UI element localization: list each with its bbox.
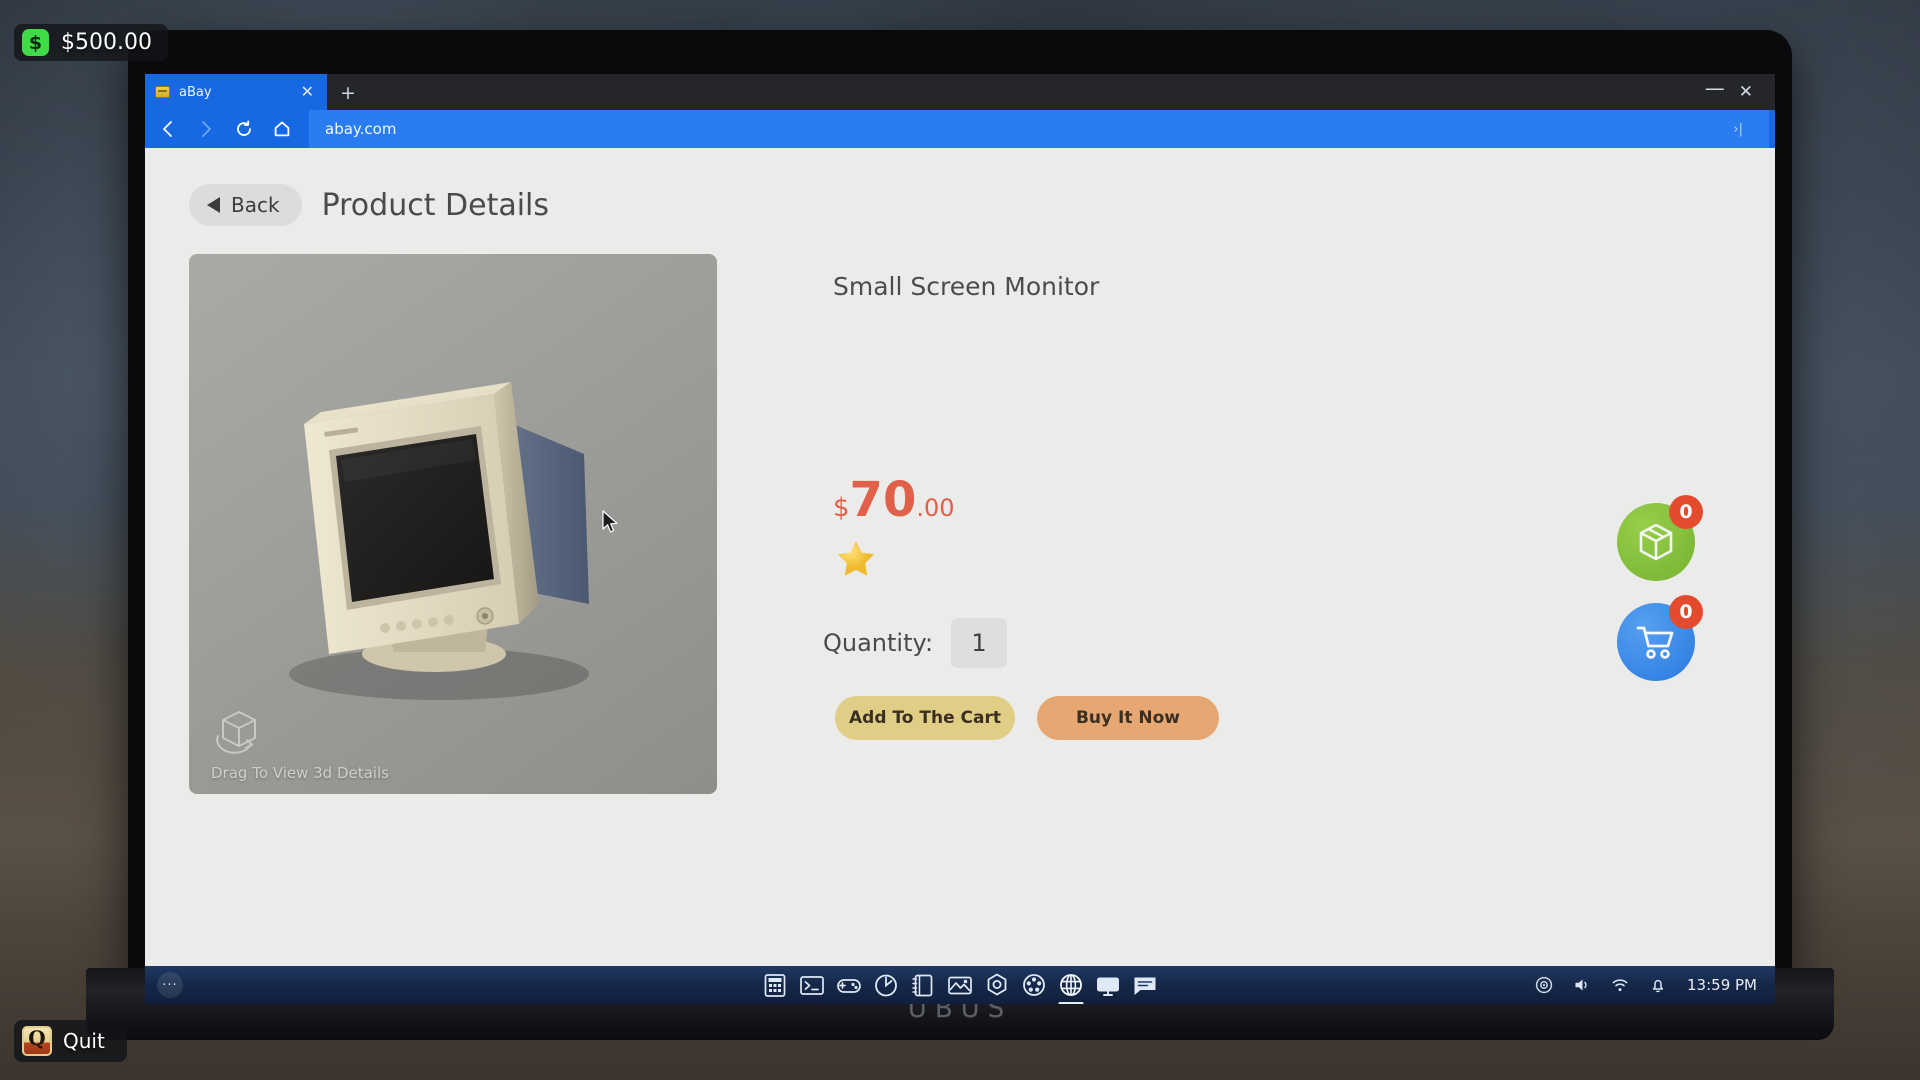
price-currency: $ xyxy=(833,493,850,523)
browser-window: aBay ✕ + — ✕ abay.com ›| Back Product De… xyxy=(145,74,1775,1004)
product-area: Drag To View 3d Details Small Screen Mon… xyxy=(145,226,1775,794)
product-name: Small Screen Monitor xyxy=(833,272,1100,301)
disc-icon[interactable] xyxy=(1535,976,1553,994)
url-text: abay.com xyxy=(325,120,397,138)
reload-icon[interactable] xyxy=(227,112,261,146)
volume-icon[interactable] xyxy=(1573,976,1591,994)
rotate-cube-icon xyxy=(216,711,256,754)
taskbar-clock: 13:59 PM xyxy=(1687,976,1757,994)
star-icon xyxy=(837,541,875,576)
browser-tab-abay[interactable]: aBay ✕ xyxy=(145,74,327,110)
tab-strip: aBay ✕ + — ✕ xyxy=(145,74,1775,110)
money-amount: $500.00 xyxy=(61,30,152,55)
page-header: Back Product Details xyxy=(145,148,1775,226)
taskbar: ··· 13:59 PM xyxy=(145,966,1775,1004)
dollar-icon: $ xyxy=(22,29,49,56)
window-controls: — ✕ xyxy=(1705,74,1775,110)
url-expand-icon[interactable]: ›| xyxy=(1723,122,1753,137)
home-icon[interactable] xyxy=(265,112,299,146)
tab-title: aBay xyxy=(179,84,212,100)
quit-button[interactable]: Q Quit xyxy=(14,1020,127,1062)
laptop: UBUS aBay ✕ + — ✕ abay.com ›| Back Produ… xyxy=(86,30,1834,1040)
cart-badge-count: 0 xyxy=(1669,595,1703,629)
bell-icon[interactable] xyxy=(1649,976,1667,994)
taskbar-apps xyxy=(762,972,1159,1004)
terminal-icon[interactable] xyxy=(799,972,826,999)
page-content: Back Product Details Drag To View 3d Det… xyxy=(145,148,1775,966)
price-cents: .00 xyxy=(916,494,955,522)
wifi-icon[interactable] xyxy=(1611,976,1629,994)
notebook-icon[interactable] xyxy=(910,972,937,999)
taskbar-tray: 13:59 PM xyxy=(1535,976,1757,994)
address-bar: abay.com ›| xyxy=(145,110,1775,148)
cart-badge[interactable]: 0 xyxy=(1617,595,1703,681)
chevron-left-icon[interactable] xyxy=(151,112,185,146)
start-button[interactable]: ··· xyxy=(157,972,183,998)
add-to-cart-button[interactable]: Add To The Cart xyxy=(835,696,1015,740)
shopping-cart-icon xyxy=(1636,626,1674,659)
action-row: Add To The Cart Buy It Now xyxy=(765,696,1775,740)
chevron-right-icon[interactable] xyxy=(189,112,223,146)
url-input[interactable]: abay.com ›| xyxy=(309,110,1769,148)
q-key-icon: Q xyxy=(22,1026,52,1056)
browser-globe-icon[interactable] xyxy=(1058,972,1085,1004)
product-image-viewer[interactable]: Drag To View 3d Details xyxy=(189,254,717,794)
close-icon[interactable]: ✕ xyxy=(298,84,317,100)
price-main: 70 xyxy=(849,472,917,528)
abay-favicon xyxy=(155,86,170,98)
package-badge-count: 0 xyxy=(1669,495,1703,529)
settings-hex-icon[interactable] xyxy=(984,972,1011,999)
triangle-left-icon xyxy=(207,197,220,213)
quantity-label: Quantity: xyxy=(823,629,934,657)
buy-it-now-button[interactable]: Buy It Now xyxy=(1037,696,1219,740)
minimize-icon[interactable]: — xyxy=(1705,78,1725,98)
side-badges: 0 0 xyxy=(1617,495,1703,681)
back-button-label: Back xyxy=(231,193,280,217)
image-editor-icon[interactable] xyxy=(947,972,974,999)
power-icon[interactable] xyxy=(873,972,900,999)
mouse-cursor xyxy=(602,510,618,533)
new-tab-button[interactable]: + xyxy=(327,76,369,110)
drag-hint-label: Drag To View 3d Details xyxy=(211,764,389,782)
back-button[interactable]: Back xyxy=(189,184,302,226)
page-title: Product Details xyxy=(321,187,550,223)
money-hud: $ $500.00 xyxy=(14,24,168,61)
window-close-icon[interactable]: ✕ xyxy=(1739,83,1753,101)
calculator-icon[interactable] xyxy=(762,972,789,999)
package-box-icon xyxy=(1639,523,1673,561)
gamepad-icon[interactable] xyxy=(836,972,863,999)
monitor-icon[interactable] xyxy=(1095,972,1122,999)
quantity-input[interactable]: 1 xyxy=(951,618,1008,668)
media-reel-icon[interactable] xyxy=(1021,972,1048,999)
chat-icon[interactable] xyxy=(1132,972,1159,999)
drag-hint: Drag To View 3d Details xyxy=(211,706,389,782)
quit-label: Quit xyxy=(63,1029,105,1053)
package-badge[interactable]: 0 xyxy=(1617,495,1703,581)
